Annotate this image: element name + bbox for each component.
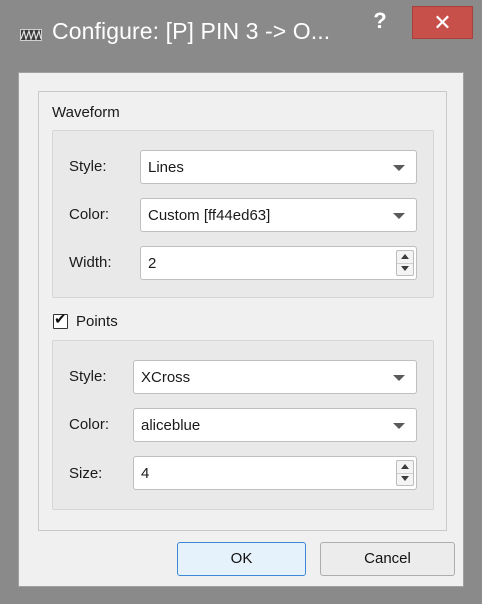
help-button[interactable]: ? [362, 8, 398, 38]
close-button[interactable]: ✕ [412, 6, 473, 39]
waveform-color-label: Color: [69, 206, 110, 223]
waveform-app-icon [20, 28, 42, 42]
waveform-color-value: Custom [ff44ed63] [148, 207, 271, 224]
waveform-section-label: Waveform [52, 104, 120, 121]
waveform-color-select[interactable]: Custom [ff44ed63] [140, 198, 417, 232]
waveform-style-select[interactable]: Lines [140, 150, 417, 184]
waveform-width-value: 2 [148, 255, 157, 272]
dialog-client-area: Waveform Style: Lines Color: Custom [ff4… [18, 72, 464, 587]
spin-down-arrow-icon[interactable] [397, 473, 413, 485]
points-style-label: Style: [69, 368, 107, 385]
configure-dialog: Configure: [P] PIN 3 -> O... ? ✕ Wavefor… [0, 0, 482, 604]
points-checkbox[interactable]: ✔ [53, 311, 68, 329]
spin-down-arrow-icon[interactable] [397, 263, 413, 275]
points-group: Style: XCross Color: aliceblue Size: 4 [52, 340, 434, 510]
window-title: Configure: [P] PIN 3 -> O... [52, 18, 331, 44]
checkmark-icon: ✔ [54, 311, 67, 328]
waveform-group: Style: Lines Color: Custom [ff44ed63] Wi… [52, 130, 434, 298]
chevron-down-icon [393, 375, 405, 381]
points-size-value: 4 [141, 465, 150, 482]
waveform-style-label: Style: [69, 158, 107, 175]
points-checkbox-label[interactable]: Points [76, 313, 118, 330]
points-color-select[interactable]: aliceblue [133, 408, 417, 442]
spin-buttons [396, 250, 414, 276]
points-style-select[interactable]: XCross [133, 360, 417, 394]
waveform-width-spinbox[interactable]: 2 [140, 246, 417, 280]
cancel-button[interactable]: Cancel [320, 542, 455, 576]
chevron-down-icon [393, 423, 405, 429]
points-style-value: XCross [141, 369, 191, 386]
waveform-width-label: Width: [69, 254, 112, 271]
points-size-label: Size: [69, 465, 103, 482]
title-bar[interactable]: Configure: [P] PIN 3 -> O... ? ✕ [0, 0, 482, 72]
points-size-spinbox[interactable]: 4 [133, 456, 417, 490]
spin-buttons [396, 460, 414, 486]
chevron-down-icon [393, 165, 405, 171]
chevron-down-icon [393, 213, 405, 219]
points-color-label: Color: [69, 416, 110, 433]
ok-button[interactable]: OK [177, 542, 306, 576]
waveform-style-value: Lines [148, 159, 184, 176]
settings-frame: Waveform Style: Lines Color: Custom [ff4… [38, 91, 447, 531]
points-color-value: aliceblue [141, 417, 201, 434]
